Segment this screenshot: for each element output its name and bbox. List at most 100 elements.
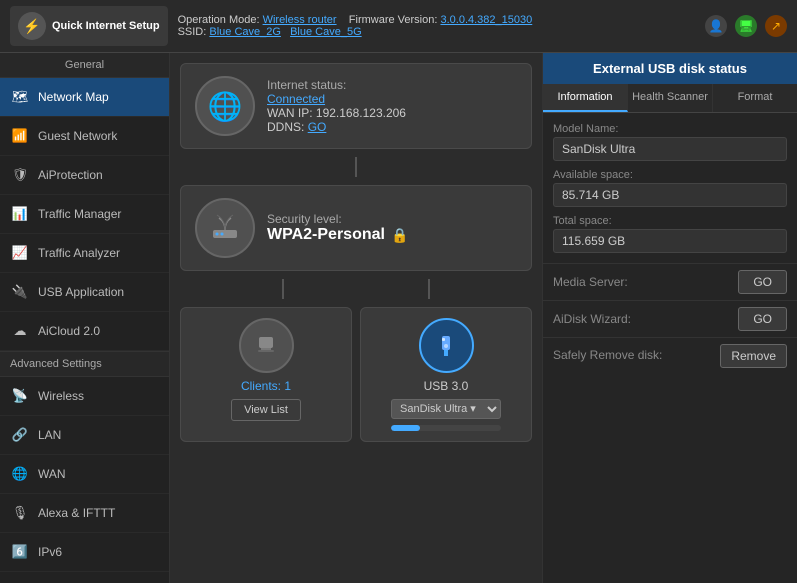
wan-ip: WAN IP: 192.168.123.206 <box>267 106 517 120</box>
sidebar-item-lan[interactable]: 🔗 LAN <box>0 416 169 455</box>
main-layout: General 🗺 Network Map 📶 Guest Network 🛡 … <box>0 53 797 583</box>
tab-format[interactable]: Format <box>713 84 797 112</box>
top-bar-info: Operation Mode: Wireless router Firmware… <box>178 14 695 38</box>
ssid2-link[interactable]: Blue Cave_5G <box>290 26 362 38</box>
tab-health-scanner[interactable]: Health Scanner <box>628 84 713 112</box>
ssid-prefix: SSID: <box>178 26 207 38</box>
media-server-row: Media Server: GO <box>543 263 797 300</box>
sidebar-item-wireless[interactable]: 📡 Wireless <box>0 377 169 416</box>
sidebar-item-ipv6[interactable]: 6️⃣ IPv6 <box>0 533 169 572</box>
usb-label: USB 3.0 <box>424 379 469 393</box>
sidebar-label-usb-application: USB Application <box>38 285 124 299</box>
safely-remove-label: Safely Remove disk: <box>553 348 662 364</box>
view-list-button[interactable]: View List <box>231 399 301 421</box>
quick-internet-setup[interactable]: ⚡ Quick Internet Setup <box>10 6 168 46</box>
available-space-value: 85.714 GB <box>553 183 787 207</box>
aidisk-row: AiDisk Wizard: GO <box>543 300 797 337</box>
connector-router-usb <box>428 279 430 299</box>
connector-router-clients <box>282 279 284 299</box>
sidebar-item-wan[interactable]: 🌐 WAN <box>0 455 169 494</box>
router-icon <box>195 198 255 258</box>
advanced-settings-title: Advanced Settings <box>0 351 169 377</box>
top-bar-icons: 👤 🖥 ↗ <box>705 15 787 37</box>
router-info: Security level: WPA2-Personal 🔒 <box>267 212 517 244</box>
sidebar-label-traffic-manager: Traffic Manager <box>38 207 121 221</box>
media-server-label: Media Server: <box>553 275 628 289</box>
clients-card: Clients: 1 View List <box>180 307 352 442</box>
clients-label: Clients: 1 <box>241 379 291 393</box>
connector-row <box>180 279 532 299</box>
share-icon[interactable]: ↗ <box>765 15 787 37</box>
aiprotection-icon: 🛡 <box>10 165 30 185</box>
network-map-icon: 🗺 <box>10 87 30 107</box>
ddns-go-link[interactable]: GO <box>308 120 327 134</box>
safely-remove-button[interactable]: Remove <box>720 344 787 368</box>
clients-text: Clients: <box>241 379 281 393</box>
sidebar-label-wan: WAN <box>38 467 66 481</box>
total-space-label: Total space: <box>553 215 787 227</box>
ddns-label: DDNS: <box>267 120 304 134</box>
usb-disk-select[interactable]: SanDisk Ultra ▾ <box>391 399 501 419</box>
ddns-row: DDNS: GO <box>267 120 517 134</box>
usb-panel-tabs: Information Health Scanner Format <box>543 84 797 113</box>
sidebar-item-aiprotection[interactable]: 🛡 AiProtection <box>0 156 169 195</box>
usb-card: USB 3.0 SanDisk Ultra ▾ <box>360 307 532 442</box>
sidebar-item-traffic-manager[interactable]: 📊 Traffic Manager <box>0 195 169 234</box>
ipv6-icon: 6️⃣ <box>10 542 30 562</box>
connected-link[interactable]: Connected <box>267 92 325 106</box>
usb-icon <box>419 318 474 373</box>
available-space-row: Available space: 85.714 GB <box>553 169 787 207</box>
bottom-cards: Clients: 1 View List <box>180 307 532 442</box>
sidebar-label-guest-network: Guest Network <box>38 129 117 143</box>
sidebar-label-lan: LAN <box>38 428 61 442</box>
usb-panel: External USB disk status Information Hea… <box>542 53 797 583</box>
internet-icon: 🌐 <box>195 76 255 136</box>
internet-card: 🌐 Internet status: Connected WAN IP: 192… <box>180 63 532 149</box>
aidisk-label: AiDisk Wizard: <box>553 312 631 326</box>
tab-information[interactable]: Information <box>543 84 628 112</box>
media-server-go-button[interactable]: GO <box>738 270 787 294</box>
usb-panel-title: External USB disk status <box>543 53 797 84</box>
sidebar-item-alexa[interactable]: 🎙 Alexa & IFTTT <box>0 494 169 533</box>
wan-icon: 🌐 <box>10 464 30 484</box>
op-mode-link[interactable]: Wireless router <box>263 14 337 26</box>
total-space-row: Total space: 115.659 GB <box>553 215 787 253</box>
model-name-row: Model Name: SanDisk Ultra <box>553 123 787 161</box>
ssid1-link[interactable]: Blue Cave_2G <box>209 26 281 38</box>
monitor-icon[interactable]: 🖥 <box>735 15 757 37</box>
security-level-label: Security level: <box>267 212 517 226</box>
security-value: WPA2-Personal <box>267 226 385 244</box>
setup-icon: ⚡ <box>18 12 46 40</box>
connector-internet-router <box>355 157 357 177</box>
sidebar-item-aicloud[interactable]: ☁ AiCloud 2.0 <box>0 312 169 351</box>
sidebar-item-usb-application[interactable]: 🔌 USB Application <box>0 273 169 312</box>
user-icon[interactable]: 👤 <box>705 15 727 37</box>
sidebar-label-network-map: Network Map <box>38 90 109 104</box>
sidebar-item-network-map[interactable]: 🗺 Network Map <box>0 78 169 117</box>
sidebar-label-ipv6: IPv6 <box>38 545 62 559</box>
sidebar-label-alexa: Alexa & IFTTT <box>38 506 115 520</box>
general-section-title: General <box>0 53 169 78</box>
wireless-icon: 📡 <box>10 386 30 406</box>
safely-remove-row: Safely Remove disk: Remove <box>543 337 797 374</box>
sidebar-label-aiprotection: AiProtection <box>38 168 103 182</box>
setup-label: Quick Internet Setup <box>52 20 160 32</box>
clients-number: 1 <box>284 379 291 393</box>
sidebar-item-guest-network[interactable]: 📶 Guest Network <box>0 117 169 156</box>
content-area: 🌐 Internet status: Connected WAN IP: 192… <box>170 53 797 583</box>
usb-application-icon: 🔌 <box>10 282 30 302</box>
traffic-manager-icon: 📊 <box>10 204 30 224</box>
internet-info: Internet status: Connected WAN IP: 192.1… <box>267 78 517 134</box>
usb-progress-bar-container <box>391 425 501 431</box>
aidisk-go-button[interactable]: GO <box>738 307 787 331</box>
sidebar-item-traffic-analyzer[interactable]: 📈 Traffic Analyzer <box>0 234 169 273</box>
firmware-link[interactable]: 3.0.0.4.382_15030 <box>440 14 532 26</box>
internet-status-label: Internet status: <box>267 78 517 92</box>
model-name-label: Model Name: <box>553 123 787 135</box>
network-map-view: 🌐 Internet status: Connected WAN IP: 192… <box>170 53 542 583</box>
guest-network-icon: 📶 <box>10 126 30 146</box>
sidebar-label-wireless: Wireless <box>38 389 84 403</box>
sidebar-label-aicloud: AiCloud 2.0 <box>38 324 100 338</box>
op-mode-prefix: Operation Mode: <box>178 14 260 26</box>
router-card: Security level: WPA2-Personal 🔒 <box>180 185 532 271</box>
